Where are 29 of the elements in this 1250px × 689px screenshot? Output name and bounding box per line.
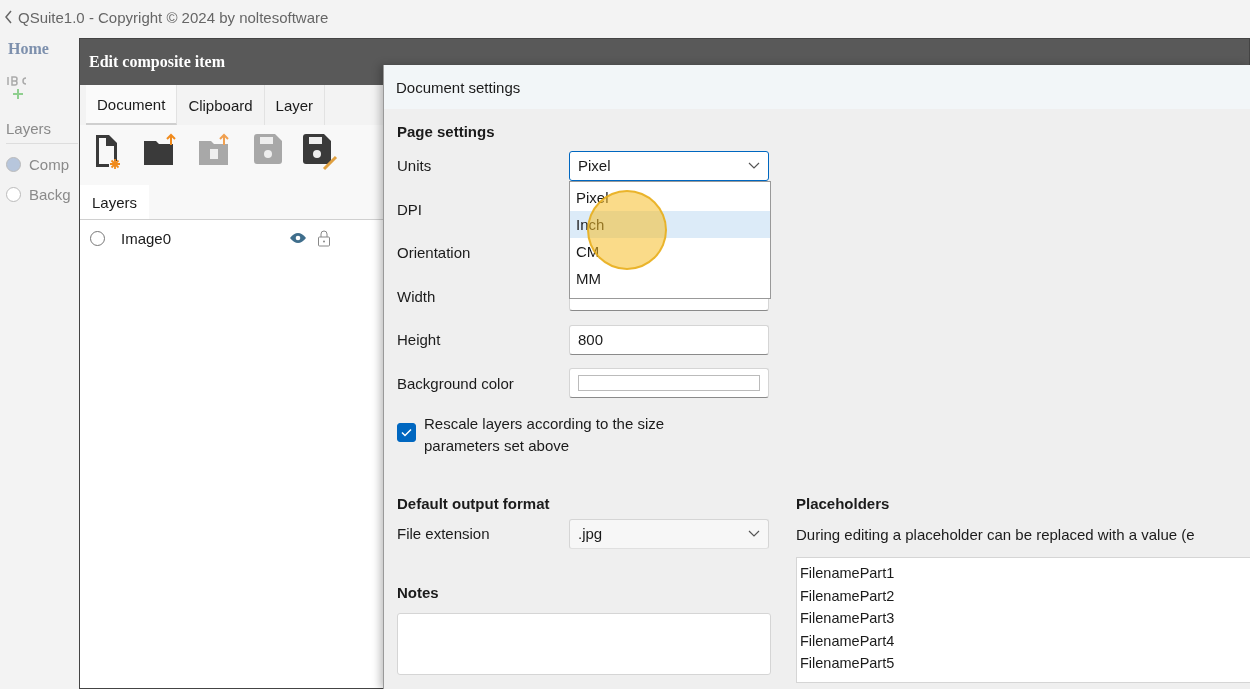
field-label: File extension — [397, 525, 491, 543]
list-item[interactable]: FilenamePart3 — [800, 607, 1250, 630]
layers-tab[interactable]: Layers — [80, 185, 150, 219]
field-label: Orientation — [397, 244, 472, 262]
field-label: Background color — [397, 374, 515, 392]
field-label: Height — [397, 331, 442, 349]
layers-label: Layers — [6, 120, 53, 137]
app-title: QSuite1.0 - Copyright © 2024 by noltesoftware — [18, 8, 329, 26]
placeholder-list[interactable]: FilenamePart1 FilenamePart2 FilenamePart3 FilenamePart4 FilenamePart5 — [796, 557, 1250, 683]
layer-name: Backg — [29, 185, 71, 203]
field-label: Units — [397, 157, 433, 175]
tab[interactable]: Document — [86, 85, 178, 125]
list-item[interactable]: FilenamePart1 — [800, 562, 1250, 585]
list-item[interactable]: FilenamePart2 — [800, 584, 1250, 607]
checkbox-label: Rescale layers according to the size parameters set above — [424, 414, 666, 456]
layer-name: Comp — [29, 155, 69, 173]
extension-dropdown[interactable]: .jpg — [569, 518, 769, 549]
dialog-title: Document settings — [384, 65, 1250, 109]
layer-name: Image0 — [121, 229, 173, 247]
description-text: During editing a placeholder can be replaced with a value (e — [796, 526, 1196, 543]
section-heading: Page settings — [397, 123, 496, 140]
section-heading: Placeholders — [796, 495, 891, 512]
field-label: Width — [397, 287, 437, 305]
input-field[interactable]: 800 — [569, 324, 769, 355]
list-item[interactable]: FilenamePart5 — [800, 652, 1250, 675]
section-heading: Default output format — [397, 495, 551, 512]
section-heading: Notes — [397, 583, 440, 601]
list-item[interactable]: FilenamePart4 — [800, 629, 1250, 652]
field-label: DPI — [397, 200, 423, 218]
